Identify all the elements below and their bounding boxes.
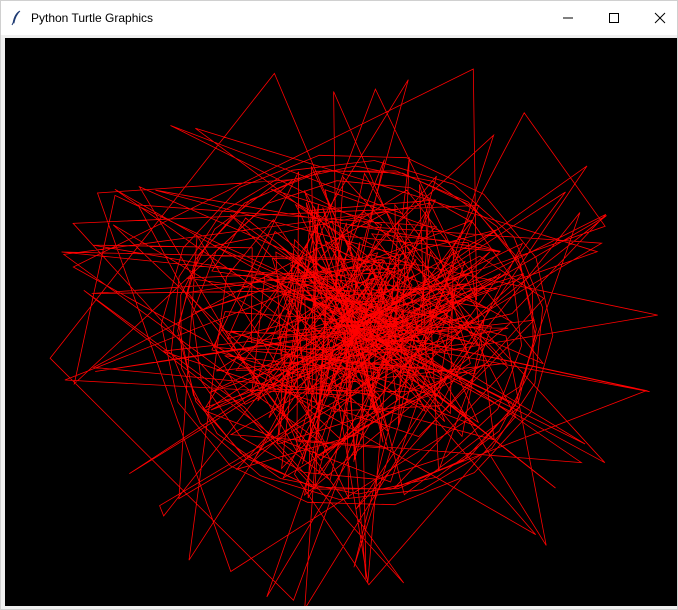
- feather-icon: [9, 10, 25, 26]
- maximize-button[interactable]: [591, 1, 637, 35]
- close-button[interactable]: [637, 1, 678, 35]
- window-title: Python Turtle Graphics: [31, 11, 154, 25]
- close-icon: [654, 12, 666, 24]
- turtle-window: Python Turtle Graphics: [0, 0, 678, 610]
- title-bar[interactable]: Python Turtle Graphics: [1, 1, 677, 35]
- maximize-icon: [608, 12, 620, 24]
- minimize-icon: [562, 12, 574, 24]
- turtle-drawing: [49, 68, 658, 606]
- turtle-path: [49, 68, 658, 606]
- minimize-button[interactable]: [545, 1, 591, 35]
- turtle-canvas[interactable]: [5, 38, 677, 606]
